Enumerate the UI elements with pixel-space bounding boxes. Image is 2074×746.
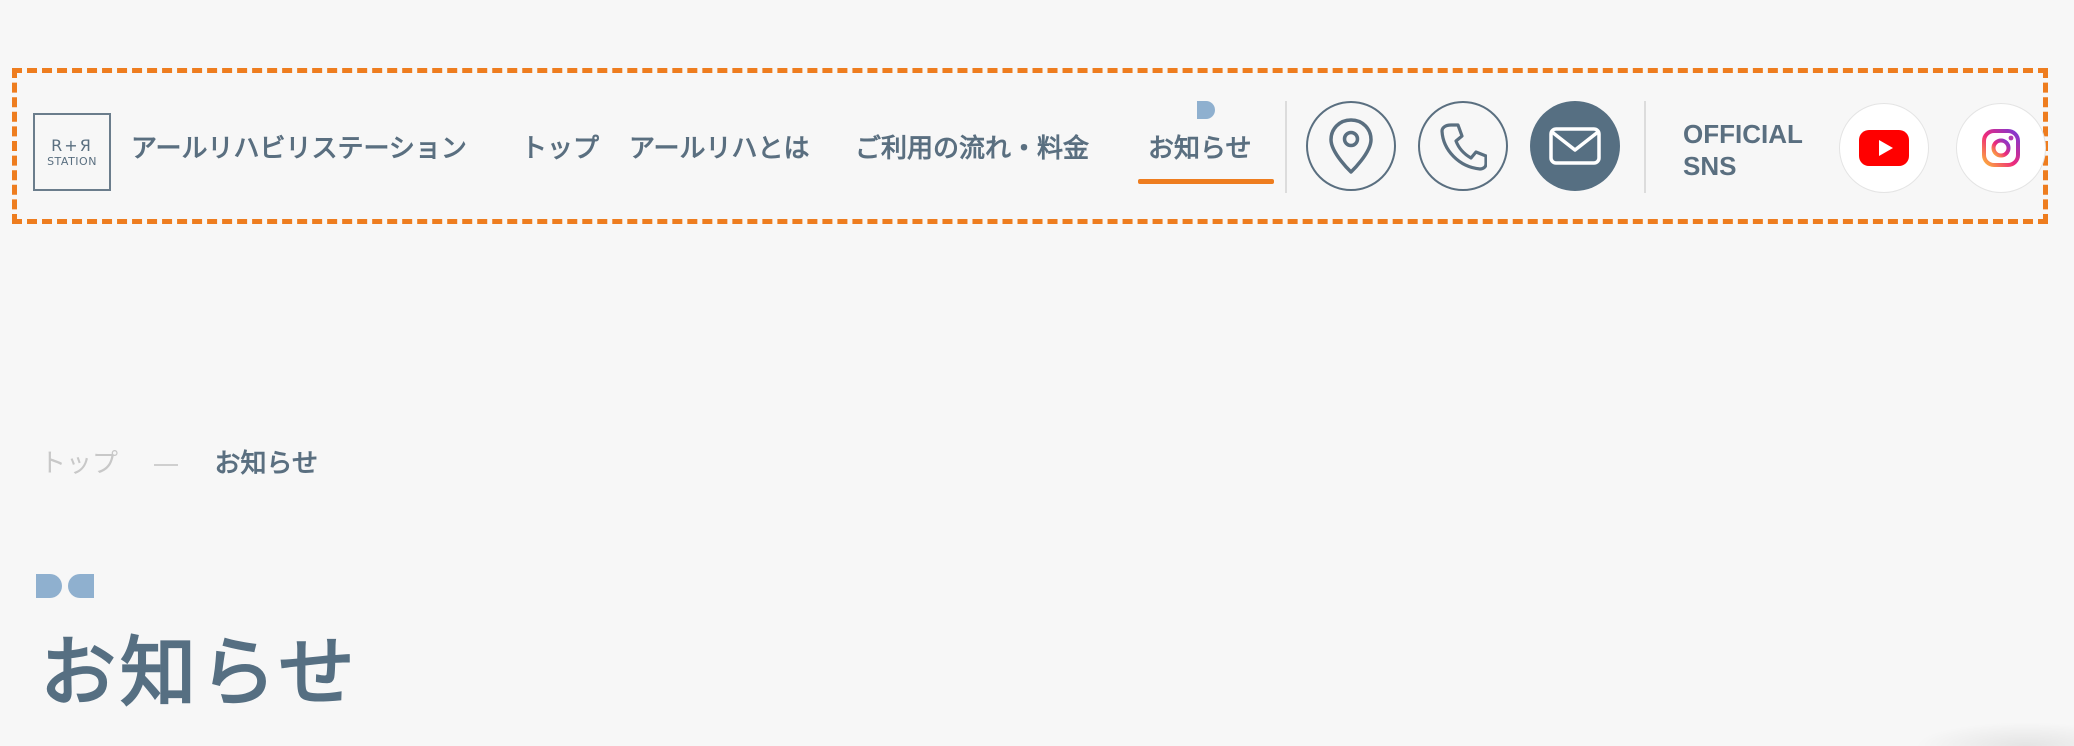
youtube-button[interactable] xyxy=(1839,103,1929,193)
mail-button[interactable] xyxy=(1530,101,1620,191)
active-nav-underline xyxy=(1138,179,1274,184)
nav-item-flow-pricing[interactable]: ご利用の流れ・料金 xyxy=(855,133,1089,165)
map-pin-icon xyxy=(1329,118,1373,174)
logo-mark: R+Я xyxy=(51,135,93,155)
phone-button[interactable] xyxy=(1418,101,1508,191)
logo-text: STATION xyxy=(47,154,97,168)
instagram-icon xyxy=(1982,129,2020,167)
nav-item-news[interactable]: お知らせ xyxy=(1148,133,1251,165)
header-divider xyxy=(1644,101,1646,193)
sns-label-line1: OFFICIAL xyxy=(1683,119,1803,149)
youtube-icon xyxy=(1859,130,1909,166)
floating-shadow xyxy=(1914,722,2074,746)
site-header: R+Я STATION アールリハビリステーション トップ アールリハとは ご利… xyxy=(12,68,2048,224)
page-title: お知らせ xyxy=(40,628,359,717)
nav-item-site-name[interactable]: アールリハビリステーション xyxy=(131,133,467,165)
location-button[interactable] xyxy=(1306,101,1396,191)
breadcrumb-separator xyxy=(154,463,179,466)
phone-icon xyxy=(1440,123,1487,171)
breadcrumb-current: お知らせ xyxy=(214,449,319,479)
title-decoration-icon xyxy=(36,574,94,598)
site-logo[interactable]: R+Я STATION xyxy=(33,113,111,191)
active-indicator-icon xyxy=(1197,101,1215,119)
nav-item-about[interactable]: アールリハとは xyxy=(629,133,809,165)
instagram-button[interactable] xyxy=(1956,103,2046,193)
nav-item-top[interactable]: トップ xyxy=(521,133,599,165)
breadcrumb-home-link[interactable]: トップ xyxy=(40,449,118,479)
header-divider xyxy=(1285,101,1287,193)
official-sns-label: OFFICIAL SNS xyxy=(1683,118,1803,182)
breadcrumb: トップ お知らせ xyxy=(40,448,318,480)
mail-icon xyxy=(1549,127,1601,165)
sns-label-line2: SNS xyxy=(1683,151,1737,181)
